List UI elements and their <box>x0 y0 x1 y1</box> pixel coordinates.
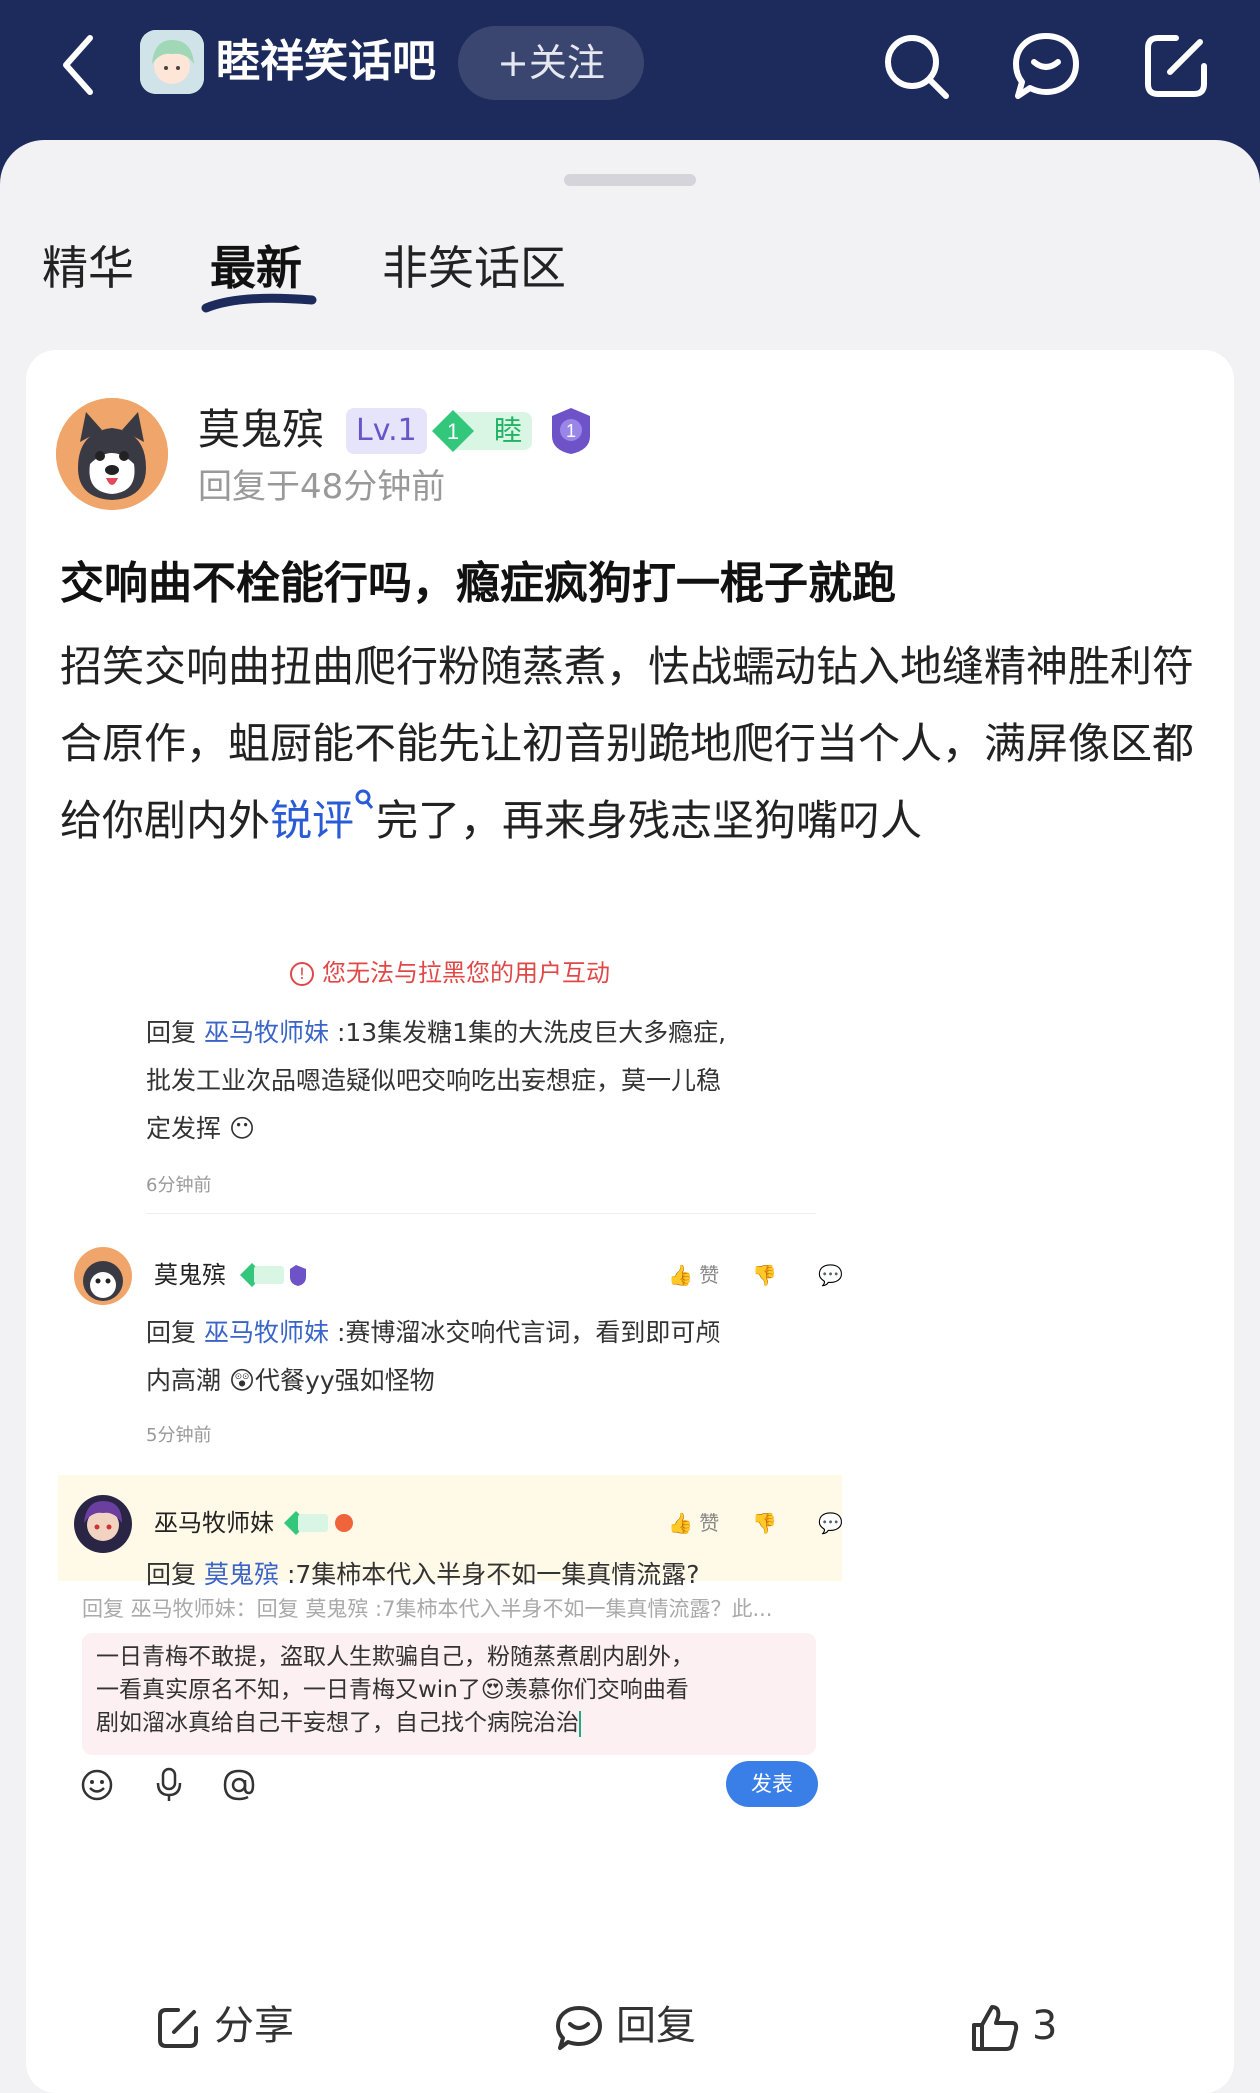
comment-like[interactable]: 👍 赞 <box>668 1255 719 1295</box>
search-icon[interactable] <box>876 26 956 106</box>
reply-label: 回复 <box>616 2003 696 2049</box>
reply-mention: 巫马牧师妹 <box>203 1018 329 1047</box>
medal-number: 1 <box>566 421 576 441</box>
block-warning: ! 您无法与拉黑您的用户互动 <box>58 945 842 1001</box>
dislike-icon[interactable]: 👎 <box>752 1255 777 1295</box>
post-actions: 分享 回复 3 <box>26 1970 1234 2080</box>
medal-icon: 1 <box>552 408 590 454</box>
draft-line: 剧如溜冰真给自己干妄想了，自己找个病院治治 <box>96 1710 581 1737</box>
drag-handle[interactable] <box>564 174 696 186</box>
thumbs-up-icon <box>972 2005 1019 2051</box>
user-avatar[interactable] <box>56 398 168 510</box>
draft-line: 一看真实原名不知，一日青梅又win了😍羡慕你们交响曲看 <box>96 1677 689 1703</box>
reply-1-time: 6分钟前 <box>146 1175 212 1196</box>
follow-button[interactable]: +关注 <box>458 26 644 100</box>
tab-active-indicator <box>201 293 317 313</box>
reply-text: :7集柿本代入半身不如一集真情流露? <box>286 1560 700 1589</box>
reply-button[interactable]: 回复 <box>554 1994 696 2058</box>
comment-reply-icon[interactable]: 💬 <box>818 1503 842 1543</box>
attached-screenshot[interactable]: ! 您无法与拉黑您的用户互动 回复 巫马牧师妹 :13集发糖1集的大洗皮巨大多瘾症… <box>58 945 842 1985</box>
content-text-end: 完了，再来身残志坚狗嘴叼人 <box>376 796 923 845</box>
warning-icon: ! <box>290 962 314 986</box>
comment-avatar-2[interactable] <box>74 1495 132 1553</box>
emoji-picker-icon[interactable] <box>80 1768 114 1802</box>
fan-badge-icon <box>284 1511 353 1535</box>
reply-text: :赛博溜冰交响代言词，看到即可颅 <box>336 1318 721 1347</box>
emoji-icon: 😶 <box>228 1114 256 1143</box>
reply-prefix: 回复 <box>146 1318 197 1347</box>
tab-featured[interactable]: 精华 <box>42 236 134 300</box>
quote-text: 回复 巫马牧师妹：回复 莫鬼殡 :7集柿本代入半身不如一集真情流露？此... <box>82 1597 773 1621</box>
comment-reply-icon[interactable]: 💬 <box>818 1255 842 1295</box>
username[interactable]: 莫鬼殡 <box>198 400 324 460</box>
reply-2-line2: 内高潮 😲代餐yy强如怪物 <box>146 1357 435 1405</box>
reply-2-time: 5分钟前 <box>146 1425 212 1446</box>
fan-badge: 睦 1 <box>430 408 534 454</box>
forum-name[interactable]: 睦祥笑话吧 <box>216 30 436 94</box>
post-card: 莫鬼殡 Lv.1 睦 1 1 回复于48分钟前 交响曲不栓能行吗，瘾症疯狗打一棍… <box>26 350 1234 2093</box>
share-label: 分享 <box>214 2003 294 2049</box>
like-button[interactable]: 3 <box>970 1994 1057 2058</box>
search-link[interactable]: 锐评 <box>270 796 354 845</box>
forum-avatar[interactable] <box>140 30 204 94</box>
comment-avatar[interactable] <box>74 1247 132 1305</box>
comment-icon <box>556 2006 602 2050</box>
share-icon <box>158 2008 198 2048</box>
text-caret <box>579 1710 581 1737</box>
level-badge: Lv.1 <box>346 408 427 454</box>
search-small-icon[interactable] <box>354 788 376 818</box>
reply-1: 回复 巫马牧师妹 :13集发糖1集的大洗皮巨大多瘾症, <box>146 1009 726 1057</box>
reply-text: 定发挥 <box>146 1114 222 1143</box>
fan-level: 1 <box>447 419 459 444</box>
divider <box>146 1213 816 1214</box>
warning-text: 您无法与拉黑您的用户互动 <box>322 959 610 987</box>
top-bar: 睦祥笑话吧 +关注 <box>0 0 1260 140</box>
edit-icon[interactable] <box>1136 26 1216 106</box>
draft-input[interactable]: 一日青梅不敢提，盗取人生欺骗自己，粉随蒸煮剧内剧外， 一看真实原名不知，一日青梅… <box>82 1633 816 1755</box>
message-icon[interactable] <box>1006 26 1086 106</box>
gem-icon: 1 <box>432 410 474 452</box>
comment-like-2[interactable]: 👍 赞 <box>668 1503 719 1543</box>
mention-icon[interactable] <box>222 1768 256 1802</box>
fan-badge-icon <box>240 1263 306 1287</box>
reply-text: :13集发糖1集的大洗皮巨大多瘾症, <box>336 1018 727 1047</box>
microphone-icon[interactable] <box>154 1767 184 1803</box>
draft-line: 一日青梅不敢提，盗取人生欺骗自己，粉随蒸煮剧内剧外， <box>96 1644 694 1670</box>
emoji-icon: 😍 <box>480 1677 505 1703</box>
emoji-icon: 😲 <box>228 1366 256 1395</box>
reply-1-line3: 定发挥 😶 <box>146 1105 255 1153</box>
send-button[interactable]: 发表 <box>726 1761 818 1807</box>
tab-non-joke[interactable]: 非笑话区 <box>382 236 566 300</box>
post-content: 招笑交响曲扭曲爬行粉随蒸煮，怯战蠕动钻入地缝精神胜利符合原作，蛆厨能不能先让初音… <box>60 628 1210 859</box>
dislike-icon[interactable]: 👎 <box>752 1503 777 1543</box>
reply-text: 代餐yy强如怪物 <box>255 1366 435 1395</box>
reply-1-line2: 批发工业次品嗯造疑似吧交响吃出妄想症，莫一儿稳 <box>146 1066 722 1095</box>
content-sheet: 精华 最新 非笑话区 莫鬼殡 Lv.1 睦 1 1 回复于48分钟前 交响曲不栓… <box>0 140 1260 2093</box>
reply-mention: 巫马牧师妹 <box>203 1318 329 1347</box>
back-arrow-icon[interactable] <box>52 30 112 100</box>
post-title: 交响曲不栓能行吗，瘾症疯狗打一棍子就跑 <box>60 558 896 609</box>
share-button[interactable]: 分享 <box>154 1994 294 2058</box>
reply-text: 内高潮 <box>146 1366 222 1395</box>
reply-prefix: 回复 <box>146 1018 197 1047</box>
post-time: 回复于48分钟前 <box>198 467 446 507</box>
reply-mention: 莫鬼殡 <box>203 1560 279 1589</box>
comment-author[interactable]: 莫鬼殡 <box>154 1255 226 1295</box>
reply-prefix: 回复 <box>146 1560 197 1589</box>
comment-author-2[interactable]: 巫马牧师妹 <box>154 1503 274 1543</box>
reply-2: 回复 巫马牧师妹 :赛博溜冰交响代言词，看到即可颅 <box>146 1309 720 1357</box>
like-count: 3 <box>1032 2003 1058 2049</box>
